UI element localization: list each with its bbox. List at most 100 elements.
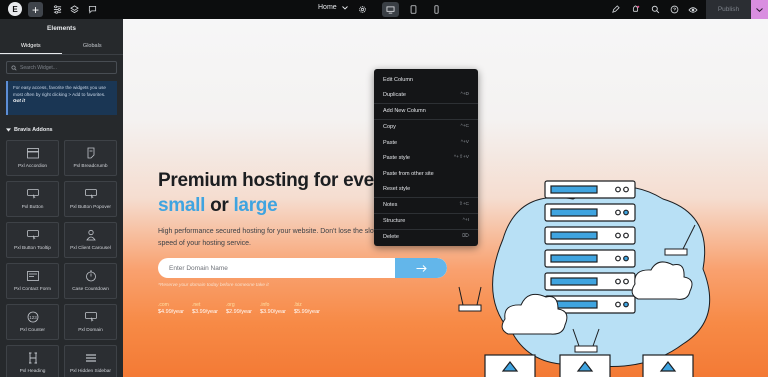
menu-item-shortcut: ^+V: [460, 140, 469, 145]
menu-item-delete[interactable]: Delete ⌦: [374, 229, 478, 244]
widget-label: Pxl Client Carousel: [70, 246, 111, 251]
comment-icon: [88, 5, 96, 14]
domain-input[interactable]: [158, 264, 392, 272]
tld-extension: .info: [260, 302, 270, 308]
widget-pxl-button[interactable]: Pxl Button: [6, 181, 59, 217]
context-menu: Edit Column Duplicate ^+D Add New Column …: [374, 69, 478, 246]
widget-pxl-hidden-sidebar[interactable]: Pxl Hidden Sidebar: [64, 345, 117, 377]
menu-item-label: Delete: [383, 233, 399, 240]
notes-button[interactable]: [86, 2, 98, 17]
menu-item-add-new-column[interactable]: Add New Column: [374, 103, 478, 118]
widget-case-countdown[interactable]: Case Countdown: [64, 263, 117, 299]
menu-item-label: Paste from other site: [383, 170, 434, 177]
widget-label: Pxl Button: [21, 205, 44, 210]
panel-tabs: Widgets Globals: [0, 39, 123, 54]
elementor-logo-button[interactable]: E: [8, 2, 22, 16]
widget-pxl-client-carousel[interactable]: Pxl Client Carousel: [64, 222, 117, 258]
menu-item-copy[interactable]: Copy ^+C: [374, 119, 478, 134]
client-carousel-icon: [85, 229, 96, 241]
menu-item-paste-from-other-site[interactable]: Paste from other site: [374, 166, 478, 181]
tld-extension: .biz: [294, 302, 302, 308]
router-left: [458, 286, 482, 312]
hosting-illustration: [458, 180, 711, 377]
widget-pxl-domain[interactable]: Pxl Domain: [64, 304, 117, 340]
widget-pxl-heading[interactable]: Pxl Heading: [6, 345, 59, 377]
site-settings-button[interactable]: [51, 2, 63, 17]
tld-price: $3.99/year: [192, 309, 218, 315]
widget-label: Pxl Breadcrumb: [73, 164, 108, 169]
menu-item-shortcut: ^+D: [460, 92, 469, 97]
menu-item-label: Reset style: [383, 185, 411, 192]
reserve-note: *Reserve your domain today before someon…: [158, 283, 269, 288]
publish-button[interactable]: Publish: [706, 0, 751, 19]
widget-pxl-accordion[interactable]: Pxl Accordion: [6, 140, 59, 176]
widget-pxl-counter[interactable]: 123 Pxl Counter: [6, 304, 59, 340]
menu-item-notes[interactable]: Notes ⇧+C: [374, 197, 478, 212]
widget-search: [6, 61, 117, 74]
menu-item-reset-style[interactable]: Reset style: [374, 181, 478, 196]
add-element-button[interactable]: +: [28, 2, 43, 17]
widget-label: Pxl Contact Form: [13, 287, 52, 292]
desktop-view-button[interactable]: [382, 2, 399, 17]
search-icon: [651, 5, 659, 14]
domain-search: [158, 258, 447, 278]
domain-icon: [84, 312, 97, 322]
structure-button[interactable]: [68, 2, 80, 17]
hero-description: High performance secured hosting for you…: [158, 228, 389, 247]
tablet-view-button[interactable]: [405, 2, 422, 17]
hidden-sidebar-icon: [85, 354, 96, 362]
elementor-logo: E: [12, 4, 18, 14]
menu-item-edit-column[interactable]: Edit Column: [374, 72, 478, 87]
widget-pxl-breadcrumb[interactable]: Pxl Breadcrumb: [64, 140, 117, 176]
menu-item-shortcut: ^+I: [462, 218, 469, 223]
launch-button[interactable]: [629, 2, 641, 17]
menu-item-paste[interactable]: Paste ^+V: [374, 135, 478, 150]
tab-globals[interactable]: Globals: [62, 39, 124, 54]
tld-extension: .com: [158, 302, 169, 308]
contact-form-icon: [26, 271, 39, 281]
page-selector[interactable]: Home: [318, 4, 348, 11]
tip-dismiss-link[interactable]: Got it: [13, 98, 25, 103]
menu-item-structure[interactable]: Structure ^+I: [374, 213, 478, 228]
menu-item-shortcut: ^+⇧+V: [453, 155, 469, 160]
widget-label: Pxl Counter: [19, 328, 46, 333]
tld-price: $2.99/year: [226, 309, 252, 315]
pen-icon: [611, 5, 620, 13]
search-input[interactable]: [20, 64, 115, 71]
menu-item-shortcut: ⇧+C: [458, 202, 469, 207]
help-button[interactable]: [668, 2, 680, 17]
menu-item-duplicate[interactable]: Duplicate ^+D: [374, 87, 478, 102]
section-header-bravis-addons[interactable]: Bravis Addons: [6, 127, 53, 133]
menu-item-label: Paste style: [383, 154, 410, 161]
search-icon: [11, 64, 17, 71]
section-title: Bravis Addons: [14, 127, 53, 133]
menu-item-shortcut: ⌦: [462, 234, 469, 239]
domain-search-button[interactable]: [395, 258, 447, 278]
button-icon: [26, 189, 39, 199]
page-settings-button[interactable]: [356, 2, 368, 17]
menu-item-label: Edit Column: [383, 76, 413, 83]
widget-pxl-contact-form[interactable]: Pxl Contact Form: [6, 263, 59, 299]
panel-title: Elements: [47, 25, 76, 32]
plus-icon: +: [31, 2, 39, 17]
widget-label: Pxl Domain: [78, 328, 103, 333]
menu-item-paste-style[interactable]: Paste style ^+⇧+V: [374, 150, 478, 165]
mobile-view-button[interactable]: [428, 2, 445, 17]
menu-item-shortcut: ^+C: [460, 124, 469, 129]
preview-button[interactable]: [687, 2, 699, 17]
ai-tools-button[interactable]: [609, 2, 621, 17]
top-bar: E + Home Publish: [0, 0, 768, 19]
chevron-down-icon: [756, 7, 763, 12]
widget-label: Case Countdown: [72, 287, 109, 292]
sliders-icon: [53, 5, 61, 14]
widget-pxl-button-tooltip[interactable]: Pxl Button Tooltip: [6, 222, 59, 258]
tab-widgets[interactable]: Widgets: [0, 39, 62, 54]
publish-options-button[interactable]: [751, 0, 768, 19]
tld-item: .biz $5.99/year: [294, 302, 320, 315]
search-button[interactable]: [649, 2, 661, 17]
heading-icon: [28, 352, 37, 364]
hero-word-small: small: [158, 195, 206, 216]
caret-down-icon: [6, 128, 11, 132]
hero-title: Premium hosting for eve: [158, 170, 374, 191]
widget-pxl-button-popover[interactable]: Pxl Button Popover: [64, 181, 117, 217]
